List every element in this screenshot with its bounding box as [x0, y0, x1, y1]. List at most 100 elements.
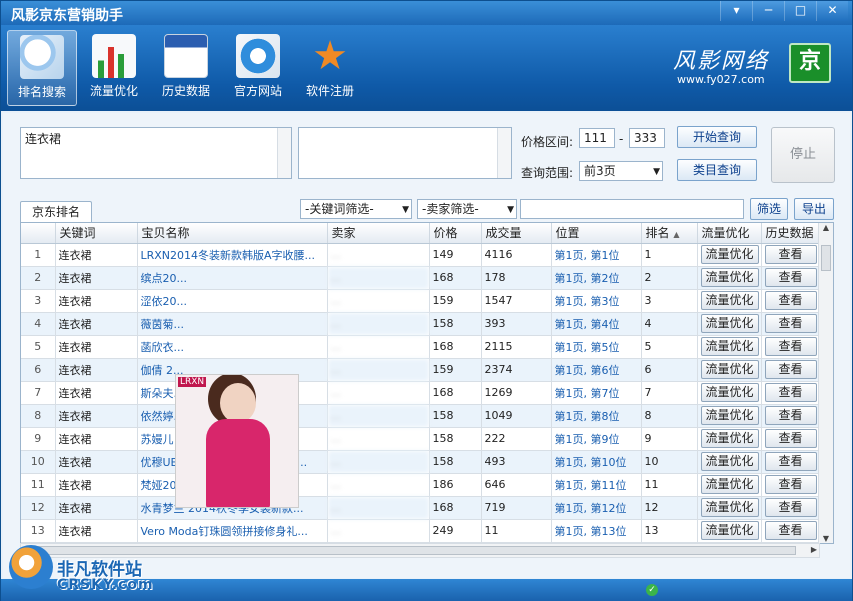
- keyword-filter-select[interactable]: -关键词筛选- ▼: [300, 199, 412, 219]
- toolbar-item-rank-search[interactable]: 排名搜索: [7, 30, 77, 106]
- view-history-button[interactable]: 查看: [764, 429, 817, 448]
- traffic-optimize-button[interactable]: 流量优化: [700, 337, 759, 356]
- view-history-button[interactable]: 查看: [764, 498, 817, 517]
- seller-filter-select[interactable]: -卖家筛选- ▼: [417, 199, 517, 219]
- traffic-optimize-button[interactable]: 流量优化: [700, 452, 759, 471]
- cell-item-name[interactable]: 缤点20...: [137, 266, 328, 290]
- view-history-button[interactable]: 查看: [764, 337, 817, 356]
- column-header-history[interactable]: 历史数据: [761, 223, 820, 244]
- toolbar-item-official-site[interactable]: 官方网站: [223, 30, 293, 106]
- cell-sales: 646: [481, 473, 552, 497]
- traffic-optimize-button[interactable]: 流量优化: [700, 521, 759, 540]
- cell-position: 第1页, 第3位: [551, 289, 642, 313]
- cell-item-name[interactable]: 菡欣衣...: [137, 335, 328, 359]
- cell-item-name[interactable]: 薇茵菊...: [137, 312, 328, 336]
- keywords-scrollbar[interactable]: [277, 128, 291, 178]
- cell-seller: ...: [327, 450, 430, 474]
- table-row[interactable]: 2 连衣裙 缤点20...... 168 178 第1页, 第2位 2 流量优化 查看: [21, 266, 820, 290]
- column-header-keyword[interactable]: 关键词: [55, 223, 138, 244]
- toolbar-item-history[interactable]: 历史数据: [151, 30, 221, 106]
- view-history-button[interactable]: 查看: [764, 291, 817, 310]
- cell-position: 第1页, 第8位: [551, 404, 642, 428]
- cell-history: 查看: [761, 450, 820, 474]
- minimize-icon[interactable]: ─: [752, 1, 784, 21]
- view-history-button[interactable]: 查看: [764, 383, 817, 402]
- traffic-optimize-button[interactable]: 流量优化: [700, 429, 759, 448]
- traffic-optimize-button[interactable]: 流量优化: [700, 383, 759, 402]
- row-number: 11: [21, 473, 56, 497]
- scroll-right-icon[interactable]: ▶: [811, 545, 817, 554]
- column-header-seller[interactable]: 卖家: [327, 223, 430, 244]
- traffic-optimize-button[interactable]: 流量优化: [700, 314, 759, 333]
- keywords-textarea[interactable]: 连衣裙: [20, 127, 292, 179]
- column-header-traffic-opt[interactable]: 流量优化: [697, 223, 762, 244]
- model-head: [220, 383, 256, 423]
- table-row[interactable]: 7 连衣裙 斯朵夫...... 168 1269 第1页, 第7位 7 流量优化 查看: [21, 381, 820, 405]
- filter-text-input[interactable]: [520, 199, 744, 219]
- cell-position: 第1页, 第12位: [551, 496, 642, 520]
- maximize-icon[interactable]: □: [784, 1, 816, 21]
- view-history-button[interactable]: 查看: [764, 452, 817, 471]
- cell-traffic-opt: 流量优化: [697, 519, 762, 543]
- tab-jd-ranking[interactable]: 京东排名: [20, 201, 92, 223]
- scroll-up-icon[interactable]: ▲: [819, 223, 833, 232]
- table-row[interactable]: 11连衣裙梵娅2014冬季女装韩版加绒长......186646第1页, 第11…: [21, 473, 820, 497]
- scroll-down-icon[interactable]: ▼: [819, 534, 833, 543]
- toolbar-item-traffic-optimize[interactable]: 流量优化: [79, 30, 149, 106]
- traffic-optimize-button[interactable]: 流量优化: [700, 498, 759, 517]
- cell-item-name[interactable]: 涩依20...: [137, 289, 328, 313]
- table-row[interactable]: 3 连衣裙 涩依20...... 159 1547 第1页, 第3位 3 流量优化 查看: [21, 289, 820, 313]
- table-vertical-scrollbar[interactable]: ▲ ▼: [818, 223, 833, 543]
- view-history-button[interactable]: 查看: [764, 314, 817, 333]
- view-history-button[interactable]: 查看: [764, 360, 817, 379]
- category-query-button[interactable]: 类目查询: [677, 159, 757, 181]
- start-query-button[interactable]: 开始查询: [677, 126, 757, 148]
- export-button[interactable]: 导出: [794, 198, 834, 220]
- table-row[interactable]: 8 连衣裙 依然婷...... 158 1049 第1页, 第8位 8 流量优化 查看: [21, 404, 820, 428]
- cell-price: 168: [429, 381, 482, 405]
- view-history-button[interactable]: 查看: [764, 475, 817, 494]
- traffic-optimize-button[interactable]: 流量优化: [700, 245, 759, 264]
- toolbar-item-register[interactable]: ★ 软件注册: [295, 30, 365, 106]
- close-icon[interactable]: ✕: [816, 1, 848, 21]
- secondary-textarea[interactable]: [298, 127, 512, 179]
- view-history-button[interactable]: 查看: [764, 406, 817, 425]
- filter-button[interactable]: 筛选: [750, 198, 788, 220]
- table-row[interactable]: 6 连衣裙 伽倩 2...... 159 2374 第1页, 第6位 6 流量优化 查看: [21, 358, 820, 382]
- column-header-sales[interactable]: 成交量: [481, 223, 552, 244]
- column-header-price[interactable]: 价格: [429, 223, 482, 244]
- ranking-table-grid: 关键词 宝贝名称 卖家 价格 成交量 位置 排名 ▲ 流量优化 历史数据 1 连衣…: [21, 223, 820, 543]
- view-history-button[interactable]: 查看: [764, 521, 817, 540]
- column-header-item-name[interactable]: 宝贝名称: [137, 223, 328, 244]
- query-range-select[interactable]: 前3页 ▼: [579, 161, 663, 181]
- cell-item-name[interactable]: LRXN2014冬装新款韩版A字收腰...: [137, 243, 328, 267]
- cell-position: 第1页, 第4位: [551, 312, 642, 336]
- traffic-optimize-button[interactable]: 流量优化: [700, 360, 759, 379]
- table-row[interactable]: 12 连衣裙 水青梦兰 2014秋冬季女装新款...... 168 719 第1页, 第1…: [21, 496, 820, 520]
- price-max-input[interactable]: 333: [629, 128, 665, 148]
- table-row[interactable]: 10连衣裙优穆UEOM 2014秋装 韩版包臀......158493第1页, …: [21, 450, 820, 474]
- row-number: 12: [21, 496, 56, 520]
- row-number: 8: [21, 404, 56, 428]
- price-min-input[interactable]: 111: [579, 128, 615, 148]
- traffic-optimize-button[interactable]: 流量优化: [700, 406, 759, 425]
- table-row[interactable]: 13 连衣裙 Vero Moda钉珠圆领拼接修身礼...... 249 11 第1页, 第…: [21, 519, 820, 543]
- stop-button[interactable]: 停止: [771, 127, 835, 183]
- cell-seller: ...: [327, 381, 430, 405]
- table-row[interactable]: 9连衣裙苏嫚儿 2014秋冬季新款女装 ......158222第1页, 第9位…: [21, 427, 820, 451]
- table-row[interactable]: 4 连衣裙 薇茵菊...... 158 393 第1页, 第4位 4 流量优化 查看: [21, 312, 820, 336]
- traffic-optimize-button[interactable]: 流量优化: [700, 475, 759, 494]
- view-history-button[interactable]: 查看: [764, 268, 817, 287]
- traffic-optimize-button[interactable]: 流量优化: [700, 291, 759, 310]
- traffic-optimize-button[interactable]: 流量优化: [700, 268, 759, 287]
- vertical-scroll-thumb[interactable]: [821, 245, 831, 271]
- table-row[interactable]: 5 连衣裙 菡欣衣...... 168 2115 第1页, 第5位 5 流量优化 查看: [21, 335, 820, 359]
- view-history-button[interactable]: 查看: [764, 245, 817, 264]
- column-header-position[interactable]: 位置: [551, 223, 642, 244]
- cell-item-name[interactable]: Vero Moda钉珠圆领拼接修身礼...: [137, 519, 328, 543]
- menu-dropdown-icon[interactable]: ▾: [720, 1, 752, 21]
- column-header-rank[interactable]: 排名 ▲: [641, 223, 698, 244]
- cell-rank: 1: [641, 243, 698, 267]
- secondary-scrollbar[interactable]: [497, 128, 511, 178]
- table-row[interactable]: 1 连衣裙 LRXN2014冬装新款韩版A字收腰...... 149 4116 第1页, …: [21, 243, 820, 267]
